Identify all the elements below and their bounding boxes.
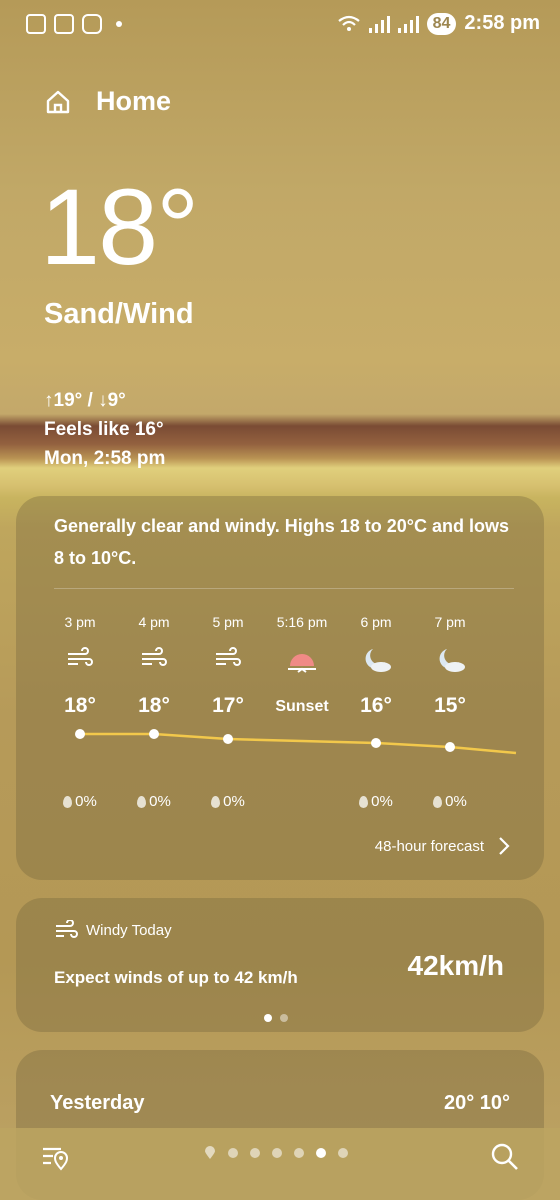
date-time: Mon, 2:58 pm [44, 448, 166, 469]
page-dot[interactable] [228, 1148, 238, 1158]
page-dot[interactable] [338, 1148, 348, 1158]
clock: 2:58 pm [464, 12, 540, 34]
gallery-icon [54, 14, 74, 34]
yesterday-temps: 20° 10° [443, 1092, 510, 1114]
wind-card-title: Windy Today [86, 921, 172, 939]
location-header[interactable]: Home [44, 86, 171, 117]
instagram-icon [82, 14, 102, 34]
feels-like: Feels like 16° [44, 419, 164, 440]
moon-cloud-icon [341, 646, 411, 674]
wifi-icon [337, 15, 360, 31]
location-title: Home [96, 86, 172, 116]
raindrop-icon [63, 795, 73, 808]
moon-cloud-icon [415, 646, 485, 674]
forecast-summary: Generally clear and windy. Highs 18 to 2… [54, 516, 510, 568]
precipitation-chance: 0% [45, 793, 115, 810]
precipitation-chance: 0% [119, 793, 189, 810]
hour-time: 6 pm [360, 614, 392, 630]
trend-point [445, 742, 455, 752]
trend-point [149, 729, 159, 739]
page-dot[interactable] [250, 1148, 260, 1158]
temperature-trend-line [75, 729, 517, 755]
sunset-icon [267, 646, 337, 674]
raindrop-icon [137, 795, 147, 808]
divider [54, 588, 514, 589]
precipitation-value: 0% [75, 793, 97, 810]
search-icon [491, 1143, 518, 1170]
notification-dot-icon [116, 21, 122, 27]
trend-point [223, 734, 233, 744]
pager-dot-active[interactable] [264, 1014, 272, 1022]
current-location-pin-icon [205, 1146, 215, 1159]
page-dot[interactable] [294, 1148, 304, 1158]
wind-speed: 42km/h [407, 950, 505, 981]
windy-today-card[interactable]: Windy Today Expect winds of up to 42 km/… [16, 898, 544, 1032]
wind-card-header: Windy Today [54, 920, 172, 940]
precipitation-chance: 0% [193, 793, 263, 810]
bottom-bar [0, 1128, 560, 1200]
search-button[interactable] [490, 1142, 520, 1177]
precipitation-chance: 0% [341, 793, 411, 810]
hour-time: 5 pm [212, 614, 244, 630]
precipitation-chance: 0% [415, 793, 485, 810]
signal-icon-2 [397, 15, 419, 33]
precipitation-value: 0% [223, 793, 245, 810]
battery-badge: 84 [426, 12, 457, 35]
precipitation-value: 0% [445, 793, 467, 810]
location-page-indicator[interactable] [204, 1146, 348, 1160]
wind-icon [193, 646, 263, 670]
trend-point [371, 738, 381, 748]
high-low: ↑19° / ↓9° [44, 390, 126, 411]
temperature-details: ↑19° / ↓9° Feels like 16° Mon, 2:58 pm [44, 386, 165, 473]
wind-description: Expect winds of up to 42 km/h [54, 968, 298, 987]
card-pager[interactable] [264, 1014, 288, 1022]
home-icon [44, 88, 72, 116]
precipitation-value: 0% [149, 793, 171, 810]
hour-time: 5:16 pm [276, 614, 328, 630]
raindrop-icon [433, 795, 443, 808]
hour-time: 7 pm [434, 614, 466, 630]
forecast-link-label: 48-hour forecast [374, 837, 484, 855]
wind-icon [56, 920, 78, 938]
wind-icon [119, 646, 189, 670]
page-dot[interactable] [272, 1148, 282, 1158]
current-temperature: 18° [40, 166, 199, 287]
hour-time: 4 pm [138, 614, 170, 630]
signal-icon [368, 15, 390, 33]
status-bar: 84 2:58 pm [0, 0, 560, 52]
48-hour-forecast-link[interactable]: 48-hour forecast [375, 836, 510, 856]
hour-time: 3 pm [64, 614, 96, 630]
screenshot-icon [26, 14, 46, 34]
chevron-right-icon [499, 837, 510, 855]
wind-icon [45, 646, 115, 670]
raindrop-icon [211, 795, 221, 808]
yesterday-label: Yesterday [50, 1092, 145, 1114]
raindrop-icon [359, 795, 369, 808]
precipitation-value: 0% [371, 793, 393, 810]
hourly-forecast-card: Generally clear and windy. Highs 18 to 2… [16, 496, 544, 880]
weather-condition: Sand/Wind [44, 298, 194, 330]
pager-dot[interactable] [280, 1014, 288, 1022]
locations-list-button[interactable] [40, 1142, 70, 1177]
page-dot-active[interactable] [316, 1148, 326, 1158]
location-list-icon [43, 1147, 69, 1171]
trend-point [75, 729, 85, 739]
